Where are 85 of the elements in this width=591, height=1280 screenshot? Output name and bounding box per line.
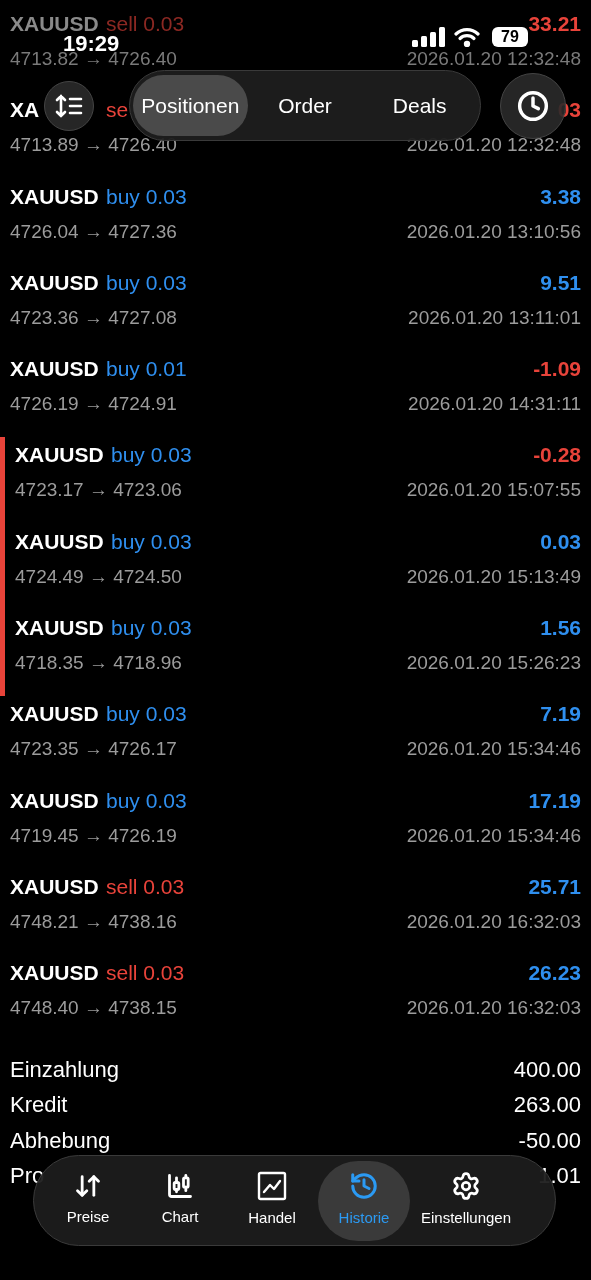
clock-icon: [517, 90, 549, 122]
tab-bar-item[interactable]: Einstellungen: [410, 1160, 522, 1241]
summary-label: Kredit: [10, 1091, 68, 1120]
symbol-text: XAUUSD: [10, 702, 99, 726]
deal-time-text: 2026.01.20 15:07:55: [406, 478, 581, 503]
candlestick-icon: [166, 1172, 194, 1201]
side-text: buy 0.03: [106, 183, 187, 210]
profit-text: 9.51: [540, 269, 581, 296]
sort-button[interactable]: [44, 81, 94, 131]
deal-time-text: 2026.01.20 15:34:46: [406, 823, 581, 848]
deal-time-text: 2026.01.20 12:32:48: [406, 47, 581, 71]
profit-text: 0.03: [540, 528, 581, 555]
segment-tab[interactable]: Order: [247, 75, 363, 136]
summary-label: Einzahlung: [10, 1055, 119, 1084]
price-range-text: 4723.17 → 4723.06: [15, 478, 182, 503]
price-range-text: 4723.35 → 4726.17: [10, 737, 177, 762]
profit-text: 25.71: [528, 873, 581, 900]
side-text: sell 0.03: [106, 873, 185, 900]
segment-tab[interactable]: Deals: [362, 75, 477, 136]
deal-time-text: 2026.01.20 13:11:01: [408, 305, 581, 330]
battery-indicator: 79: [492, 27, 528, 47]
wifi-icon: [454, 27, 480, 47]
summary-label: Abhebung: [10, 1126, 111, 1155]
symbol-text: XAUUSD: [10, 12, 99, 35]
profit-text: 1.56: [540, 615, 581, 642]
price-range-text: 4718.35 → 4718.96: [15, 651, 182, 676]
side-text: buy 0.01: [106, 356, 187, 383]
history-icon: [349, 1171, 379, 1202]
tab-bar-item[interactable]: Historie: [318, 1160, 410, 1241]
side-text: buy 0.03: [111, 528, 192, 555]
side-text: buy 0.03: [106, 701, 187, 728]
side-text: buy 0.03: [106, 787, 187, 814]
deal-time-text: 2026.01.20 16:32:03: [406, 996, 581, 1021]
profit-text: 3.38: [540, 183, 581, 210]
side-text: buy 0.03: [111, 442, 192, 469]
symbol-text: XA: [10, 98, 40, 122]
summary-value: -50.00: [518, 1126, 581, 1155]
deal-time-text: 2026.01.20 15:26:23: [406, 651, 581, 676]
symbol-text: XAUUSD: [10, 788, 99, 812]
profit-text: 7.19: [540, 701, 581, 728]
profit-text: 17.19: [528, 787, 581, 814]
side-text: sell 0.03: [106, 960, 185, 987]
tab-bar-item[interactable]: Chart: [134, 1160, 226, 1241]
summary-value: 400.00: [513, 1055, 581, 1084]
deal-time-text: 2026.01.20 12:32:48: [406, 133, 581, 158]
profit-text: 26.23: [528, 960, 581, 987]
deal-time-text: 2026.01.20 15:34:46: [406, 737, 581, 762]
symbol-text: XAUUSD: [15, 443, 104, 467]
price-range-text: 4748.40 → 4738.15: [10, 996, 177, 1021]
deal-time-text: 2026.01.20 15:13:49: [406, 564, 581, 589]
segment-tab[interactable]: Positionen: [133, 75, 248, 136]
price-range-text: 4724.49 → 4724.50: [15, 564, 182, 589]
deal-time-text: 2026.01.20 14:31:11: [408, 392, 581, 417]
symbol-text: XAUUSD: [10, 874, 99, 898]
side-text: se: [106, 97, 129, 124]
symbol-text: XAUUSD: [10, 357, 99, 381]
deal-time-text: 2026.01.20 16:32:03: [406, 909, 581, 934]
symbol-text: XAUUSD: [10, 184, 99, 208]
side-text: sell 0.03: [106, 11, 185, 36]
symbol-text: XAUUSD: [10, 961, 99, 985]
side-text: buy 0.03: [111, 615, 192, 642]
line-chart-icon: [257, 1171, 287, 1202]
price-range-text: 4723.36 → 4727.08: [10, 305, 177, 330]
symbol-text: XAUUSD: [15, 529, 104, 553]
price-range-text: 4726.04 → 4727.36: [10, 219, 177, 244]
price-range-text: 4726.19 → 4724.91: [10, 392, 177, 417]
profit-text: -1.09: [533, 356, 581, 383]
price-range-text: 4713.89 → 4726.40: [10, 133, 177, 158]
profit-text: 03: [557, 97, 581, 124]
sort-icon: [55, 94, 83, 118]
symbol-text: XAUUSD: [10, 270, 99, 294]
deal-time-text: 2026.01.20 13:10:56: [406, 219, 581, 244]
summary-value: 263.00: [513, 1091, 581, 1120]
settings-icon: [451, 1171, 481, 1202]
summary-value: 1.01: [538, 1162, 581, 1191]
summary-label: Pro: [10, 1162, 45, 1191]
signal-icon: [412, 27, 446, 47]
price-range-text: 4748.21 → 4738.16: [10, 909, 177, 934]
tab-bar-item[interactable]: Preise: [42, 1160, 134, 1241]
profit-text: 33.21: [528, 11, 581, 37]
symbol-text: XAUUSD: [15, 616, 104, 640]
price-range-text: 4719.45 → 4726.19: [10, 823, 177, 848]
side-text: buy 0.03: [106, 269, 187, 296]
tab-bar-item[interactable]: Handel: [226, 1160, 318, 1241]
profit-text: -0.28: [533, 442, 581, 469]
